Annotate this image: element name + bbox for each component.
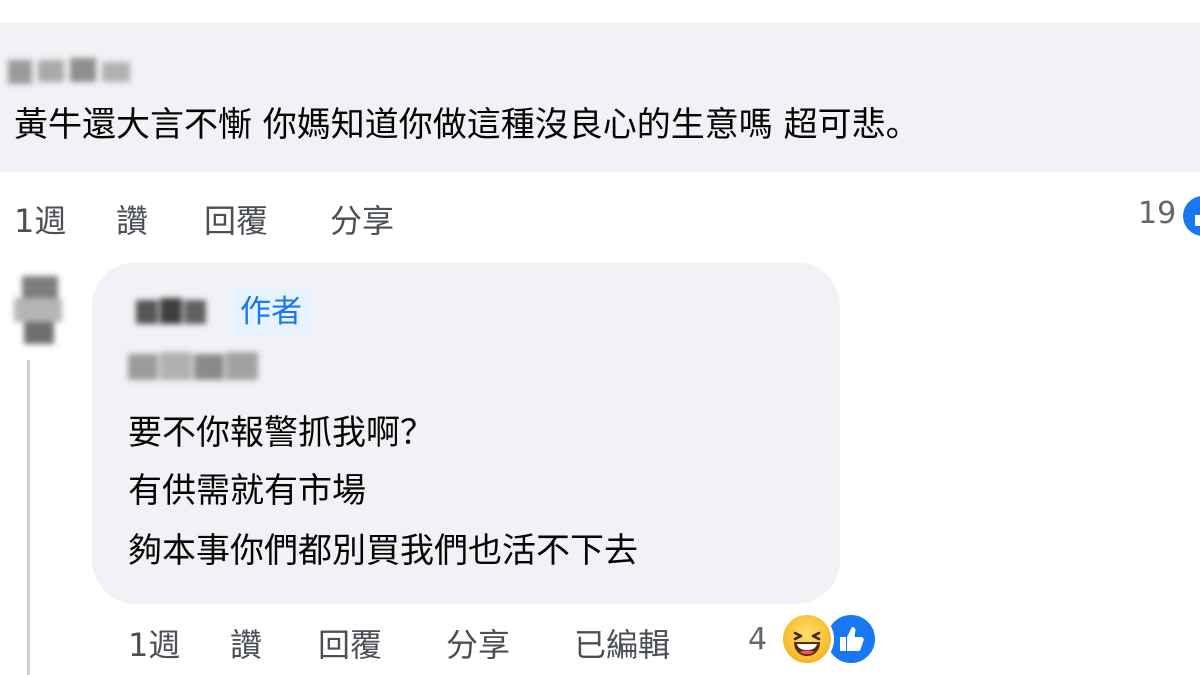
avatar[interactable] — [0, 262, 92, 354]
like-icon[interactable] — [1183, 196, 1200, 236]
comment-share-link[interactable]: 分享 — [330, 196, 394, 242]
comment-reaction-count[interactable]: 19 — [1138, 196, 1176, 231]
comment-reply-link[interactable]: 回覆 — [204, 196, 268, 242]
reply-like-link[interactable]: 讚 — [230, 620, 262, 666]
reply-author-name-blurred[interactable] — [132, 292, 210, 332]
comment-time[interactable]: 1週 — [14, 196, 66, 242]
reply-text-line: 夠本事你們都別買我們也活不下去 — [128, 531, 638, 571]
comment-text: 黃牛還大言不慚 你媽知道你做這種沒良心的生意嗎 超可悲。 — [14, 105, 920, 145]
comment-like-link[interactable]: 讚 — [116, 196, 148, 242]
reply-text-line: 有供需就有市場 — [128, 471, 366, 511]
reply-share-link[interactable]: 分享 — [446, 620, 510, 666]
reply-reply-link[interactable]: 回覆 — [318, 620, 382, 666]
comment-bubble — [0, 22, 1200, 172]
haha-icon[interactable] — [780, 612, 834, 666]
reply-reaction-count[interactable]: 4 — [748, 622, 767, 657]
edited-label[interactable]: 已編輯 — [574, 620, 670, 666]
reply-time[interactable]: 1週 — [128, 620, 180, 666]
commenter-name-blurred[interactable] — [8, 56, 136, 86]
reply-subtitle-blurred — [124, 346, 264, 386]
thread-line — [27, 360, 30, 675]
reply-text-line: 要不你報警抓我啊？ — [128, 413, 434, 453]
author-badge: 作者 — [230, 288, 312, 336]
